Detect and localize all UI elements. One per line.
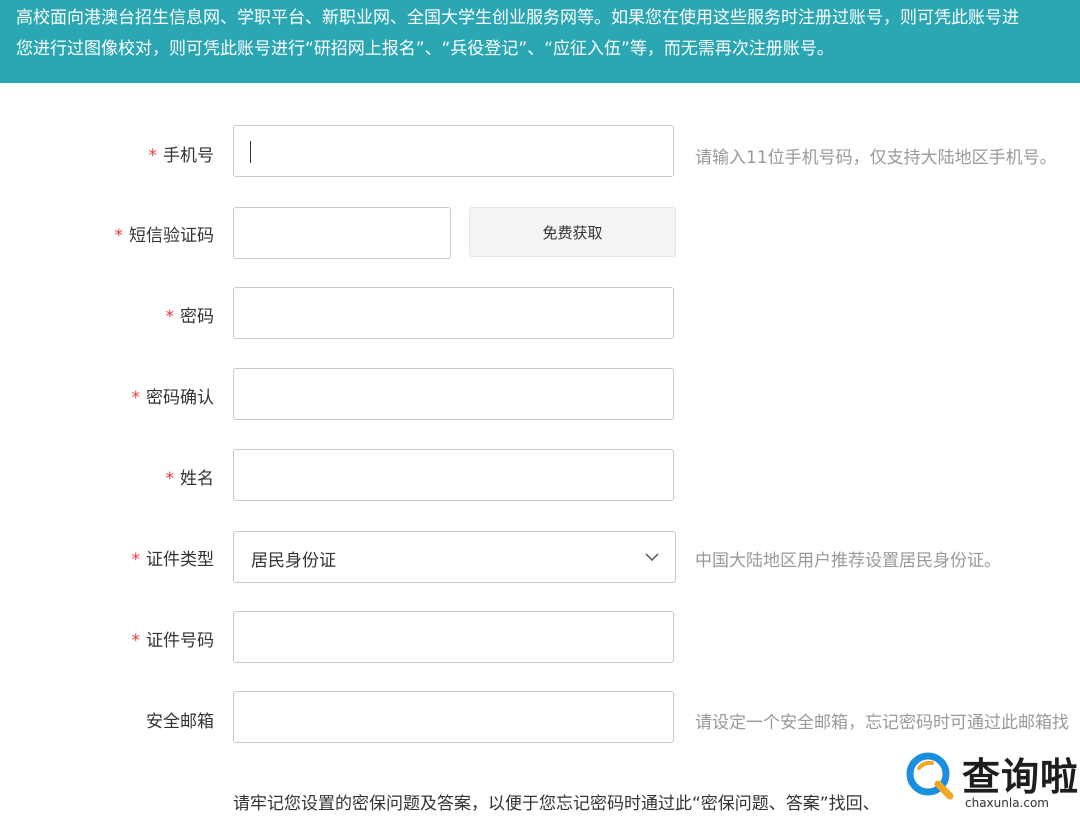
id-type-hint: 中国大陆地区用户推荐设置居民身份证。 [695,551,1001,571]
sms-code-label: * 短信验证码 [114,226,215,246]
sms-code-input[interactable] [233,207,451,259]
required-mark: * [114,226,124,246]
required-mark: * [165,469,175,489]
required-mark: * [148,146,158,166]
email-label: 安全邮箱 [146,712,214,732]
id-number-label: * 证件号码 [131,631,215,651]
phone-label: * 手机号 [148,146,215,166]
email-input[interactable] [233,691,674,743]
watermark-title: 查询啦 [962,755,1080,799]
info-banner-line-1: 高校面向港澳台招生信息网、学职平台、新职业网、全国大学生创业服务网等。如果您在使… [16,8,1019,28]
chevron-down-icon [645,553,659,562]
id-type-label: * 证件类型 [131,550,215,570]
id-type-selected-value: 居民身份证 [251,551,336,571]
info-banner-line-2: 您进行过图像校对，则可凭此账号进行“研招网上报名”、“兵役登记”、“应征入伍”等… [16,39,834,59]
password-confirm-label: * 密码确认 [131,388,215,408]
info-banner: 高校面向港澳台招生信息网、学职平台、新职业网、全国大学生创业服务网等。如果您在使… [0,0,1080,83]
password-label: * 密码 [165,307,215,327]
get-code-button[interactable]: 免费获取 [469,207,676,257]
security-question-note: 请牢记您设置的密保问题及答案，以便于您忘记密码时通过此“密保问题、答案”找回、 [233,794,880,814]
required-mark: * [131,631,141,651]
required-mark: * [131,550,141,570]
password-input[interactable] [233,287,674,339]
password-confirm-input[interactable] [233,368,674,420]
watermark-site: chaxunla.com [965,796,1049,810]
text-cursor [250,141,251,163]
id-number-input[interactable] [233,611,674,663]
required-mark: * [131,388,141,408]
name-label: * 姓名 [165,469,215,489]
required-mark: * [165,307,175,327]
phone-hint: 请输入11位手机号码，仅支持大陆地区手机号。 [695,148,1057,168]
site-watermark: 查询啦 chaxunla.com [902,744,1078,810]
email-hint: 请设定一个安全邮箱，忘记密码时可通过此邮箱找 [695,713,1069,733]
name-input[interactable] [233,449,674,501]
id-type-select[interactable]: 居民身份证 [233,531,676,583]
magnifier-logo-icon [906,752,954,800]
phone-input[interactable] [233,125,674,177]
